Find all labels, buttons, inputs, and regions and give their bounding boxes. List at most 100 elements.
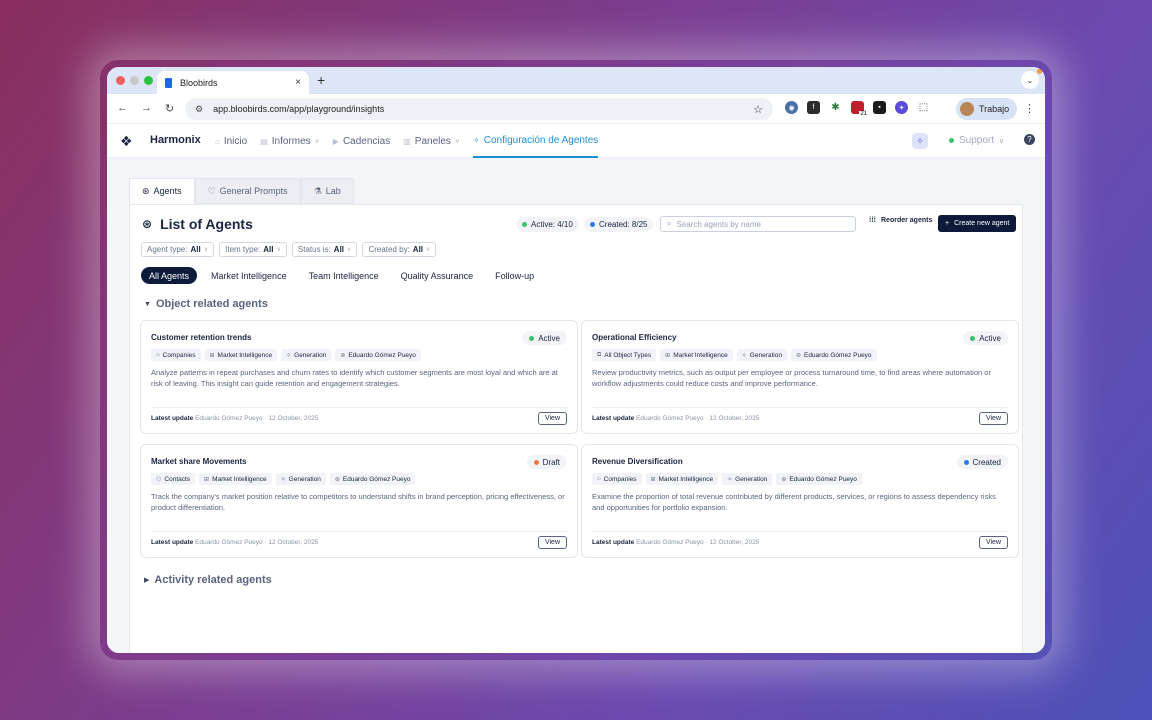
chevron-down-icon: ∨ (426, 247, 431, 253)
filter-created-by[interactable]: Created by: All ∨ (362, 242, 437, 257)
filter-label: Agent type: (147, 245, 188, 254)
url-text[interactable]: app.bloobirds.com/app/playground/insight… (213, 104, 753, 114)
status-badge: Draft (526, 455, 567, 469)
extension-globe-icon[interactable]: ◉ (785, 101, 798, 114)
address-bar[interactable]: ⚙ app.bloobirds.com/app/playground/insig… (185, 98, 773, 120)
ai-assistant-button[interactable]: ✧ (912, 133, 928, 149)
tag-text: Generation (288, 475, 321, 483)
close-window-button[interactable] (116, 76, 125, 85)
tag-text: Generation (294, 351, 327, 359)
extension-f-icon[interactable]: f (807, 101, 820, 114)
section-object-related[interactable]: ▼ Object related agents (144, 298, 268, 310)
tab-close-icon[interactable]: × (295, 77, 301, 88)
agent-tags: ⌂ Companies ⊞ Market Intelligence ✧ Generat… (151, 349, 421, 361)
update-text: Eduardo Gómez Pueyo · 12 October, 2025 (636, 415, 760, 422)
agent-description: Examine the proportion of total revenue … (592, 492, 996, 512)
agent-card[interactable]: Customer retention trends Active ⌂ Compan… (140, 320, 578, 434)
filter-label: Created by: (368, 245, 410, 254)
tab-lab[interactable]: ⚗ Lab (300, 178, 354, 204)
extension-badge: 21 (859, 111, 868, 117)
bulb-icon: ♡ (207, 185, 216, 196)
maximize-window-button[interactable] (144, 76, 153, 85)
tab-general-prompts[interactable]: ♡ General Prompts (194, 178, 301, 204)
filter-item-type[interactable]: Item type: All ∨ (219, 242, 287, 257)
nav-item-informes[interactable]: ▤ Informes ∨ (260, 124, 320, 158)
card-divider (592, 531, 1008, 532)
tab-label: Agents (153, 186, 182, 196)
filter-status[interactable]: Status is: All ∨ (291, 242, 358, 257)
harmonix-logo-icon[interactable]: ❖ (120, 133, 133, 150)
tag-text: Market Intelligence (658, 475, 714, 483)
reload-icon[interactable]: ↻ (165, 102, 174, 115)
extension-video-icon[interactable]: ▪ (873, 101, 886, 114)
nav-item-inicio[interactable]: ⌂ Inicio (215, 124, 247, 158)
caret-right-icon: ▶ (144, 577, 150, 584)
nav-item-paneles[interactable]: ▥ Paneles ∨ (403, 124, 460, 158)
view-button[interactable]: View (537, 536, 567, 549)
extension-calendar-icon[interactable]: 21 (851, 101, 868, 117)
nav-item-configuracion-agentes[interactable]: ✧ Configuración de Agentes (473, 124, 599, 158)
tag-author: ⊛ Eduardo Gómez Pueyo (335, 349, 421, 361)
tag-text: All Object Types (604, 351, 652, 359)
category-quality-assurance[interactable]: Quality Assurance (393, 267, 482, 284)
view-button[interactable]: View (537, 412, 567, 425)
category-follow-up[interactable]: Follow-up (487, 267, 542, 284)
category-market-intelligence[interactable]: Market Intelligence (203, 267, 295, 284)
window-controls (116, 76, 153, 85)
tab-search-button[interactable]: ⌄ (1021, 71, 1039, 89)
view-button[interactable]: View (978, 536, 1008, 549)
help-icon[interactable]: ? (1024, 134, 1035, 145)
reorder-agents-button[interactable]: ⁞⁞⁞ Reorder agents (869, 217, 932, 224)
created-count-badge: Created: 8/25 (584, 217, 654, 232)
section-activity-related[interactable]: ▶ Activity related agents (144, 574, 272, 586)
create-label: Create new agent (954, 220, 1010, 227)
support-menu[interactable]: Support ∨ (949, 135, 1004, 146)
profile-name: Trabajo (979, 104, 1010, 114)
extensions-puzzle-icon[interactable]: ⬚ (917, 101, 930, 114)
tag-item-type: ⌂ Companies (592, 473, 642, 485)
view-button[interactable]: View (978, 412, 1008, 425)
forward-icon[interactable]: → (141, 102, 152, 115)
tag-text: Companies (603, 475, 637, 483)
agent-title: Revenue Diversification (592, 457, 683, 466)
agent-card[interactable]: Revenue Diversification Created ⌂ Compani… (581, 444, 1019, 558)
agent-card[interactable]: Market share Movements Draft ⚇ Contacts ⊞… (140, 444, 578, 558)
category-team-intelligence[interactable]: Team Intelligence (301, 267, 387, 284)
latest-update: Latest update Eduardo Gómez Pueyo · 12 O… (592, 415, 759, 422)
agent-card[interactable]: Operational Efficiency Active ⧉ All Objec… (581, 320, 1019, 434)
tab-agents[interactable]: ⊛ Agents (129, 178, 195, 204)
tag-text: Market Intelligence (673, 351, 728, 359)
site-settings-icon[interactable]: ⚙ (195, 104, 203, 115)
bookmark-star-icon[interactable]: ☆ (753, 103, 763, 116)
extension-compass-icon[interactable]: ✦ (895, 101, 908, 114)
tag-text: Generation (735, 475, 768, 483)
filter-agent-type[interactable]: Agent type: All ∨ (141, 242, 215, 257)
tag-text: Companies (162, 351, 196, 359)
profile-button[interactable]: Trabajo (956, 98, 1018, 120)
create-agent-button[interactable]: + Create new agent (938, 215, 1017, 232)
new-tab-button[interactable]: + (317, 72, 325, 88)
search-input[interactable]: ⌕ Search agents by name (660, 216, 856, 232)
plus-icon: + (945, 220, 950, 227)
status-text: Draft (542, 457, 560, 467)
browser-menu-icon[interactable]: ⋮ (1024, 102, 1035, 115)
chevron-down-icon: ∨ (999, 137, 1005, 145)
status-dot-icon (949, 138, 954, 143)
brand-name[interactable]: Harmonix (150, 134, 201, 146)
update-label: Latest update (151, 415, 194, 422)
tag-text: Eduardo Gómez Pueyo (789, 475, 857, 483)
browser-tab[interactable]: Bloobirds × (157, 71, 309, 94)
tag-agent-type: ✧ Generation (281, 349, 332, 361)
back-icon[interactable]: ← (117, 102, 128, 115)
section-title: Object related agents (155, 298, 268, 310)
nav-item-cadencias[interactable]: ▶ Cadencias (333, 124, 390, 158)
agent-tags: ⌂ Companies ⊞ Market Intelligence ✧ Generat… (592, 473, 862, 485)
filter-value: All (412, 245, 424, 254)
agent-tags: ⚇ Contacts ⊞ Market Intelligence ✧ Generati… (151, 473, 416, 485)
extension-bug-icon[interactable]: ✱ (829, 101, 842, 114)
caret-down-icon: ▼ (144, 300, 151, 308)
status-dot-icon (533, 459, 539, 465)
category-all-agents[interactable]: All Agents (141, 267, 198, 284)
minimize-window-button[interactable] (130, 76, 139, 85)
chevron-down-icon: ∨ (314, 138, 320, 145)
